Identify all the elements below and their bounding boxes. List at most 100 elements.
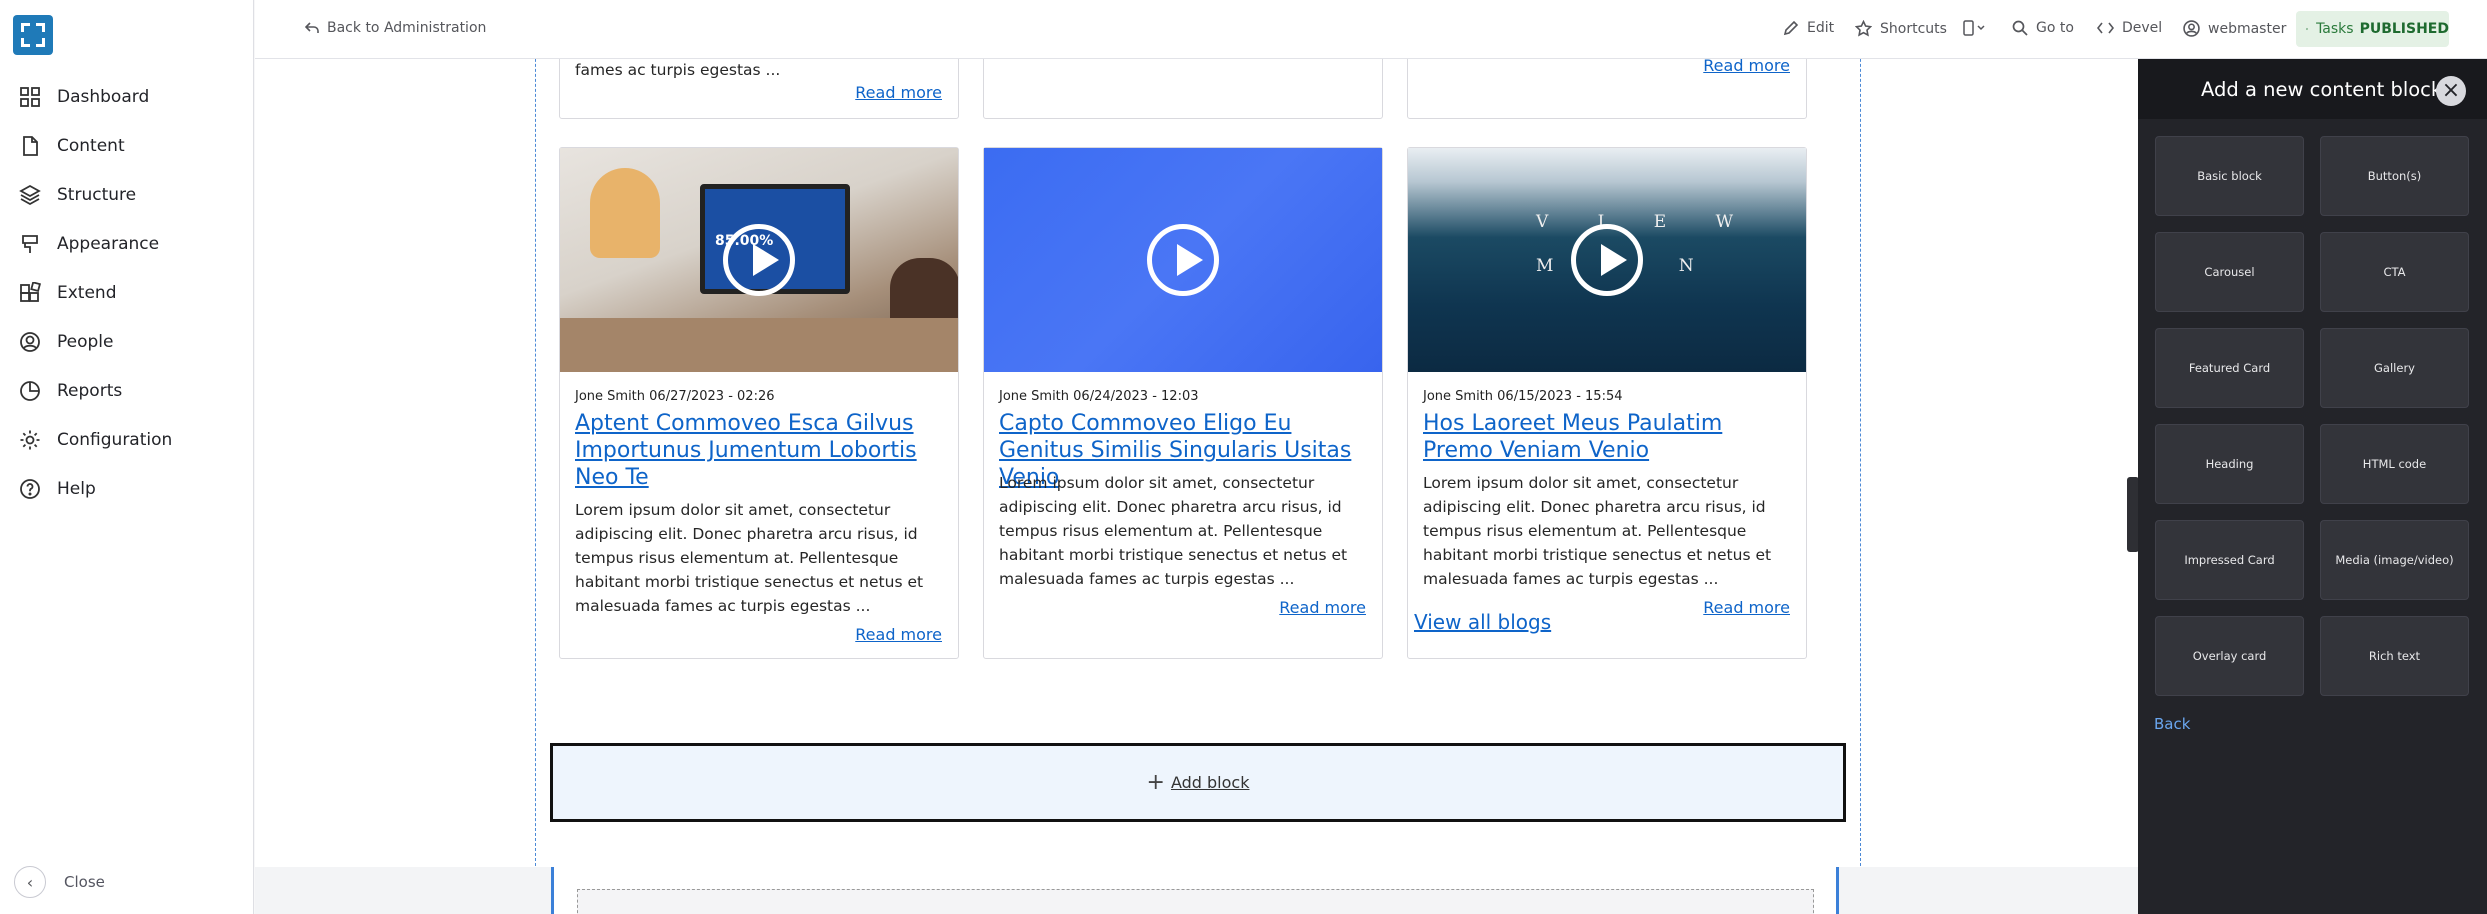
- devel-button[interactable]: Devel: [2097, 20, 2162, 36]
- sidebar-item-label: Reports: [57, 381, 123, 401]
- desk-shape: [560, 318, 958, 372]
- block-option-buttons[interactable]: Button(s): [2320, 136, 2469, 216]
- block-option-featured-card[interactable]: Featured Card: [2155, 328, 2304, 408]
- user-menu-button[interactable]: webmaster: [2183, 20, 2286, 37]
- sidebar-item-label: Extend: [57, 283, 117, 303]
- play-icon[interactable]: [1571, 224, 1643, 296]
- goto-label: Go to: [2036, 20, 2074, 36]
- block-option-overlay-card[interactable]: Overlay card: [2155, 616, 2304, 696]
- sidebar-item-configuration[interactable]: Configuration: [0, 419, 254, 459]
- block-option-label: Featured Card: [2188, 361, 2271, 375]
- block-option-label: Overlay card: [2192, 649, 2267, 663]
- sidebar-item-structure[interactable]: Structure: [0, 174, 254, 214]
- card-title-link[interactable]: Aptent Commoveo Esca Gilvus Importunus J…: [575, 410, 950, 491]
- panel-header: Add a new content block ×: [2138, 59, 2487, 119]
- block-option-carousel[interactable]: Carousel: [2155, 232, 2304, 312]
- block-option-cta[interactable]: CTA: [2320, 232, 2469, 312]
- empty-block-placeholder: [577, 889, 1814, 914]
- sidebar-item-label: People: [57, 332, 114, 352]
- back-label: Back to Administration: [327, 20, 487, 36]
- shortcuts-label: Shortcuts: [1880, 20, 1947, 37]
- user-icon: [20, 332, 40, 352]
- sidebar-item-label: Content: [57, 136, 125, 156]
- pencil-icon: [1783, 20, 1799, 36]
- puzzle-icon: [20, 282, 41, 302]
- blog-card-image[interactable]: V I E W M N: [1408, 148, 1806, 372]
- card-excerpt: Lorem ipsum dolor sit amet, consectetur …: [575, 501, 924, 615]
- block-option-heading[interactable]: Heading: [2155, 424, 2304, 504]
- sidebar-item-extend[interactable]: Extend: [0, 272, 254, 312]
- blog-card-image[interactable]: [984, 148, 1382, 372]
- read-more-link[interactable]: Read more: [1279, 598, 1366, 617]
- sidebar-item-help[interactable]: Help: [0, 468, 254, 508]
- sidebar-item-dashboard[interactable]: Dashboard: [0, 76, 254, 116]
- edit-button[interactable]: Edit: [1783, 20, 1834, 36]
- add-block-button[interactable]: + Add block: [550, 743, 1846, 822]
- sidebar-item-people[interactable]: People: [0, 321, 254, 361]
- sidebar-item-appearance[interactable]: Appearance: [0, 223, 254, 263]
- sidebar-item-reports[interactable]: Reports: [0, 370, 254, 410]
- shortcuts-button[interactable]: Shortcuts: [1855, 20, 1947, 37]
- help-icon: [20, 479, 40, 499]
- device-preview-dropdown[interactable]: [1963, 20, 1995, 36]
- block-option-label: CTA: [2383, 265, 2406, 279]
- search-icon: [2012, 20, 2028, 36]
- person-shape: [590, 168, 660, 258]
- sidebar-item-label: Configuration: [57, 430, 173, 450]
- view-all-blogs-link[interactable]: View all blogs: [1414, 610, 1551, 634]
- block-option-impressed-card[interactable]: Impressed Card: [2155, 520, 2304, 600]
- block-option-label: Button(s): [2367, 169, 2422, 183]
- block-option-rich-text[interactable]: Rich text: [2320, 616, 2469, 696]
- image-text-top: V I E W: [1536, 212, 1756, 232]
- block-option-html-code[interactable]: HTML code: [2320, 424, 2469, 504]
- devel-label: Devel: [2122, 20, 2163, 36]
- block-option-basic-block[interactable]: Basic block: [2155, 136, 2304, 216]
- blog-card: fames ac turpis egestas ... Read more: [559, 59, 959, 119]
- blog-card: 85.00% Jone Smith 06/27/2023 - 02:26 Apt…: [559, 147, 959, 659]
- pie-chart-icon: [20, 381, 40, 401]
- close-icon[interactable]: ×: [2436, 76, 2466, 106]
- chevron-left-icon: ‹: [14, 866, 46, 898]
- blog-card: Jone Smith 06/24/2023 - 12:03 Capto Comm…: [983, 147, 1383, 659]
- edit-label: Edit: [1807, 20, 1835, 36]
- back-link[interactable]: Back: [2154, 715, 2190, 733]
- block-option-media[interactable]: Media (image/video): [2320, 520, 2469, 600]
- play-icon[interactable]: [723, 224, 795, 296]
- add-block-label: Add block: [1170, 773, 1250, 792]
- logo-icon[interactable]: [13, 15, 53, 55]
- card-title-link[interactable]: Hos Laoreet Meus Paulatim Premo Veniam V…: [1423, 410, 1798, 464]
- sidebar-item-label: Help: [57, 479, 96, 499]
- block-option-label: HTML code: [2362, 457, 2427, 471]
- gear-icon: [20, 430, 40, 450]
- read-more-link[interactable]: Read more: [855, 625, 942, 644]
- block-option-label: Carousel: [2204, 265, 2255, 279]
- sidebar-item-content[interactable]: Content: [0, 125, 254, 165]
- read-more-link[interactable]: Read more: [1703, 598, 1790, 617]
- block-option-gallery[interactable]: Gallery: [2320, 328, 2469, 408]
- block-option-label: Media (image/video): [2335, 553, 2454, 567]
- close-sidebar-button[interactable]: ‹ Close: [14, 866, 105, 898]
- layers-icon: [19, 184, 41, 206]
- blog-card: Read more: [1407, 59, 1807, 119]
- paint-icon: [22, 235, 38, 253]
- blog-card: [983, 59, 1383, 119]
- read-more-link[interactable]: Read more: [1703, 59, 1790, 75]
- block-option-label: Heading: [2205, 457, 2254, 471]
- add-content-block-panel: Add a new content block × Basic block Bu…: [2138, 59, 2487, 914]
- goto-button[interactable]: Go to: [2012, 20, 2074, 36]
- image-text-bottom: M N: [1536, 256, 1754, 276]
- read-more-link[interactable]: Read more: [855, 83, 942, 102]
- block-option-label: Rich text: [2368, 649, 2421, 663]
- username-label: webmaster: [2208, 20, 2287, 37]
- tasks-button[interactable]: Tasks PUBLISHED: [2296, 11, 2449, 47]
- back-to-administration-link[interactable]: Back to Administration: [305, 20, 486, 36]
- tasks-label: Tasks: [2316, 21, 2354, 37]
- play-icon[interactable]: [1147, 224, 1219, 296]
- admin-sidebar: Dashboard Content Structure Appearance E…: [0, 0, 254, 914]
- blog-card-image[interactable]: 85.00%: [560, 148, 958, 372]
- tasks-icon: [2306, 28, 2308, 30]
- code-icon: [2097, 22, 2114, 34]
- close-sidebar-label: Close: [64, 873, 105, 891]
- page-canvas: fames ac turpis egestas ... Read more Re…: [255, 59, 2138, 914]
- block-option-label: Basic block: [2197, 169, 2262, 183]
